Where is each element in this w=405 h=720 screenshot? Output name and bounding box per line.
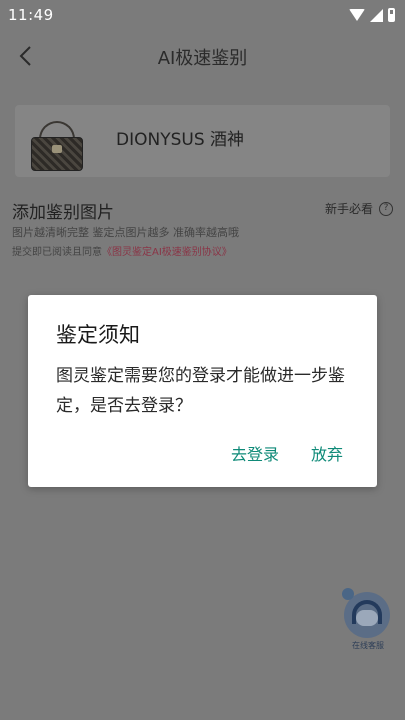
status-icons: [349, 8, 395, 22]
product-name: DIONYSUS 酒神: [116, 130, 245, 150]
newbie-guide-link[interactable]: 新手必看 ?: [325, 200, 393, 217]
login-dialog: 鉴定须知 图灵鉴定需要您的登录才能做进一步鉴定，是否去登录？ 去登录 放弃: [28, 295, 377, 487]
status-time: 11:49: [8, 6, 54, 24]
service-badge: [342, 588, 354, 600]
status-bar: 11:49: [0, 0, 405, 32]
bag-body: [31, 137, 83, 171]
service-label: 在线客服: [352, 641, 384, 650]
guide-label: 新手必看: [324, 202, 373, 216]
header: AI极速鉴别: [0, 32, 405, 80]
agreement-prefix: 提交即已阅读且同意: [12, 247, 102, 258]
dialog-title: 鉴定须知: [56, 323, 140, 347]
headset-icon: [352, 600, 382, 624]
online-service-button[interactable]: 在线客服: [342, 588, 394, 654]
bag-buckle: [52, 145, 62, 153]
upload-hint: 图片越清晰完整 鉴定点图片越多 准确率越高哦: [12, 226, 239, 239]
product-card[interactable]: DIONYSUS 酒神: [15, 105, 390, 177]
agreement-link[interactable]: 《图灵鉴定AI极速鉴别协议》: [102, 247, 232, 258]
go-login-button[interactable]: 去登录: [231, 441, 279, 465]
page-title: AI极速鉴别: [157, 48, 248, 69]
wifi-icon: [349, 9, 365, 21]
upload-section-title: 添加鉴别图片: [12, 203, 114, 223]
signal-icon: [370, 8, 383, 22]
battery-icon: [388, 8, 395, 22]
dialog-message: 图灵鉴定需要您的登录才能做进一步鉴定，是否去登录？: [56, 366, 345, 416]
agreement-text: 提交即已阅读且同意《图灵鉴定AI极速鉴别协议》: [12, 243, 232, 258]
product-image: [29, 119, 85, 175]
give-up-button[interactable]: 放弃: [311, 441, 343, 465]
help-icon: ?: [379, 201, 393, 216]
